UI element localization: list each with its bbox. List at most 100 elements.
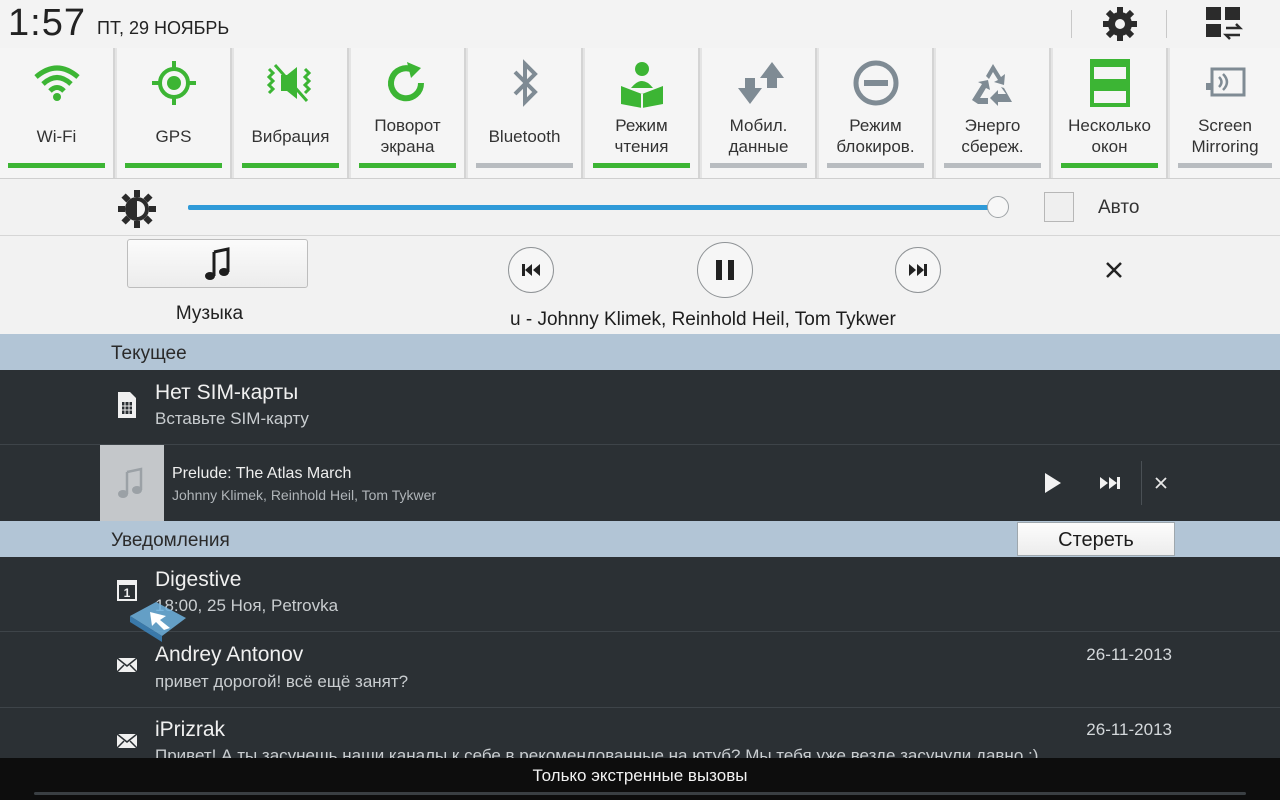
play-icon[interactable] xyxy=(1040,471,1064,495)
screen-mirroring-icon xyxy=(1170,58,1280,108)
reading-mode-icon xyxy=(585,58,698,108)
auto-brightness-checkbox[interactable] xyxy=(1044,192,1074,222)
notification-item[interactable]: iPrizrak Привет! А ты засунешь наши кана… xyxy=(0,708,1280,758)
rotate-icon xyxy=(351,58,464,108)
toggle-indicator xyxy=(242,163,339,168)
toggle-bluetooth[interactable]: Bluetooth xyxy=(468,48,583,178)
gear-icon[interactable] xyxy=(1100,6,1140,42)
notification-text: Вставьте SIM-карту xyxy=(155,409,309,428)
mini-player-divider xyxy=(1141,461,1142,505)
mini-player-artist: Johnny Klimek, Reinhold Heil, Tom Tykwer xyxy=(172,487,437,503)
notification-text: привет дорогой! всё ещё занят? xyxy=(155,672,409,691)
brightness-slider-thumb[interactable] xyxy=(987,196,1009,218)
quick-panel-grid-icon[interactable] xyxy=(1202,4,1246,44)
toggle-label: Вибрация xyxy=(251,126,330,146)
mail-icon xyxy=(116,657,138,673)
toggle-rotate[interactable]: Поворот экрана xyxy=(351,48,466,178)
mini-player[interactable]: Prelude: The Atlas March Johnny Klimek, … xyxy=(0,445,1280,521)
notification-item[interactable]: 1 Digestive 18:00, 25 Ноя, Petrovka xyxy=(0,557,1280,632)
notification-date: 26-11-2013 xyxy=(1086,645,1172,664)
auto-brightness-label: Авто xyxy=(1098,197,1140,218)
toggle-label: Bluetooth xyxy=(488,126,561,146)
brightness-slider[interactable] xyxy=(188,205,998,210)
toggle-indicator xyxy=(125,163,222,168)
toggle-label: Энерго сбереж. xyxy=(961,116,1024,156)
status-divider xyxy=(1166,10,1167,38)
toggle-indicator xyxy=(827,163,924,168)
wifi-icon xyxy=(0,58,113,108)
brightness-icon xyxy=(116,188,158,230)
now-playing-text: u - Johnny Klimek, Reinhold Heil, Tom Ty… xyxy=(510,309,896,330)
next-icon xyxy=(909,264,927,276)
toggle-indicator xyxy=(710,163,807,168)
clear-button[interactable]: Стереть xyxy=(1017,522,1175,556)
next-button[interactable] xyxy=(895,247,941,293)
toggle-wifi[interactable]: Wi-Fi xyxy=(0,48,115,178)
vibration-icon xyxy=(234,58,347,108)
toggle-blocking-mode[interactable]: Режим блокиров. xyxy=(819,48,934,178)
toggle-power-saving[interactable]: Энерго сбереж. xyxy=(936,48,1051,178)
mobile-data-icon xyxy=(702,58,815,108)
bottom-bar: Только экстренные вызовы xyxy=(0,758,1280,800)
mail-icon xyxy=(116,733,138,749)
brightness-slider-fill xyxy=(188,205,998,210)
toggle-label: Режим чтения xyxy=(614,116,669,156)
toggle-label: Режим блокиров. xyxy=(836,116,915,156)
toggle-label: Несколько окон xyxy=(1068,116,1151,156)
toggle-label: Screen Mirroring xyxy=(1191,116,1259,156)
mini-player-title: Prelude: The Atlas March xyxy=(172,465,352,482)
notification-title: Digestive xyxy=(155,568,242,591)
notification-title: Нет SIM-карты xyxy=(155,381,299,404)
sim-card-icon xyxy=(118,392,136,418)
toggle-label: Wi-Fi xyxy=(36,126,77,146)
toggle-indicator xyxy=(944,163,1041,168)
quick-settings-panel: Wi-Fi GPS Вибрация Поворот экрана Blueto… xyxy=(0,48,1280,178)
emergency-calls-label: Только экстренные вызовы xyxy=(532,766,748,785)
toggle-indicator xyxy=(359,163,456,168)
section-header-current: Текущее xyxy=(0,334,1280,370)
bluetooth-icon xyxy=(468,58,581,108)
gps-icon xyxy=(117,58,230,108)
pause-button[interactable] xyxy=(697,242,753,298)
music-close-button[interactable] xyxy=(1098,254,1130,286)
notification-text: Привет! А ты засунешь наши каналы к себе… xyxy=(155,746,1039,758)
clock: 1:57 xyxy=(8,2,86,44)
notification-date: 26-11-2013 xyxy=(1086,720,1172,739)
music-app-label: Музыка xyxy=(175,303,244,324)
toggle-indicator xyxy=(593,163,690,168)
blocking-mode-icon xyxy=(819,58,932,108)
date: ПТ, 29 НОЯБРЬ xyxy=(97,18,230,38)
notification-no-sim[interactable]: Нет SIM-карты Вставьте SIM-карту xyxy=(0,370,1280,445)
toggle-multi-window[interactable]: Несколько окон xyxy=(1053,48,1168,178)
status-bar: 1:57 ПТ, 29 НОЯБРЬ xyxy=(0,0,1280,48)
close-icon[interactable] xyxy=(1153,475,1169,491)
previous-button[interactable] xyxy=(508,247,554,293)
toggle-reading-mode[interactable]: Режим чтения xyxy=(585,48,700,178)
toggle-gps[interactable]: GPS xyxy=(117,48,232,178)
music-panel: Музыка u - Johnny Klimek, Reinhold Heil,… xyxy=(0,236,1280,334)
toggle-label: Поворот экрана xyxy=(374,116,441,156)
pause-icon xyxy=(716,260,734,280)
power-saving-icon xyxy=(936,58,1049,108)
toggle-label: GPS xyxy=(155,126,192,146)
next-icon[interactable] xyxy=(1098,473,1124,493)
toggle-vibration[interactable]: Вибрация xyxy=(234,48,349,178)
music-app-button[interactable] xyxy=(127,239,308,288)
music-note-icon xyxy=(205,247,230,280)
music-note-icon xyxy=(118,467,143,498)
toggle-label: Мобил. данные xyxy=(728,116,789,156)
toggle-indicator xyxy=(1061,163,1158,168)
drag-handle[interactable] xyxy=(34,792,1246,795)
brightness-panel: Авто xyxy=(0,178,1280,236)
notification-title: iPrizrak xyxy=(155,718,226,741)
toggle-indicator xyxy=(476,163,573,168)
notification-item[interactable]: Andrey Antonov привет дорогой! всё ещё з… xyxy=(0,632,1280,708)
toggle-indicator xyxy=(8,163,105,168)
section-title: Уведомления xyxy=(111,530,230,551)
multi-window-icon xyxy=(1053,58,1166,108)
toggle-screen-mirroring[interactable]: Screen Mirroring xyxy=(1170,48,1280,178)
watermark-logo xyxy=(130,602,186,642)
close-icon xyxy=(1106,262,1122,278)
toggle-mobile-data[interactable]: Мобил. данные xyxy=(702,48,817,178)
toggle-indicator xyxy=(1178,163,1272,168)
